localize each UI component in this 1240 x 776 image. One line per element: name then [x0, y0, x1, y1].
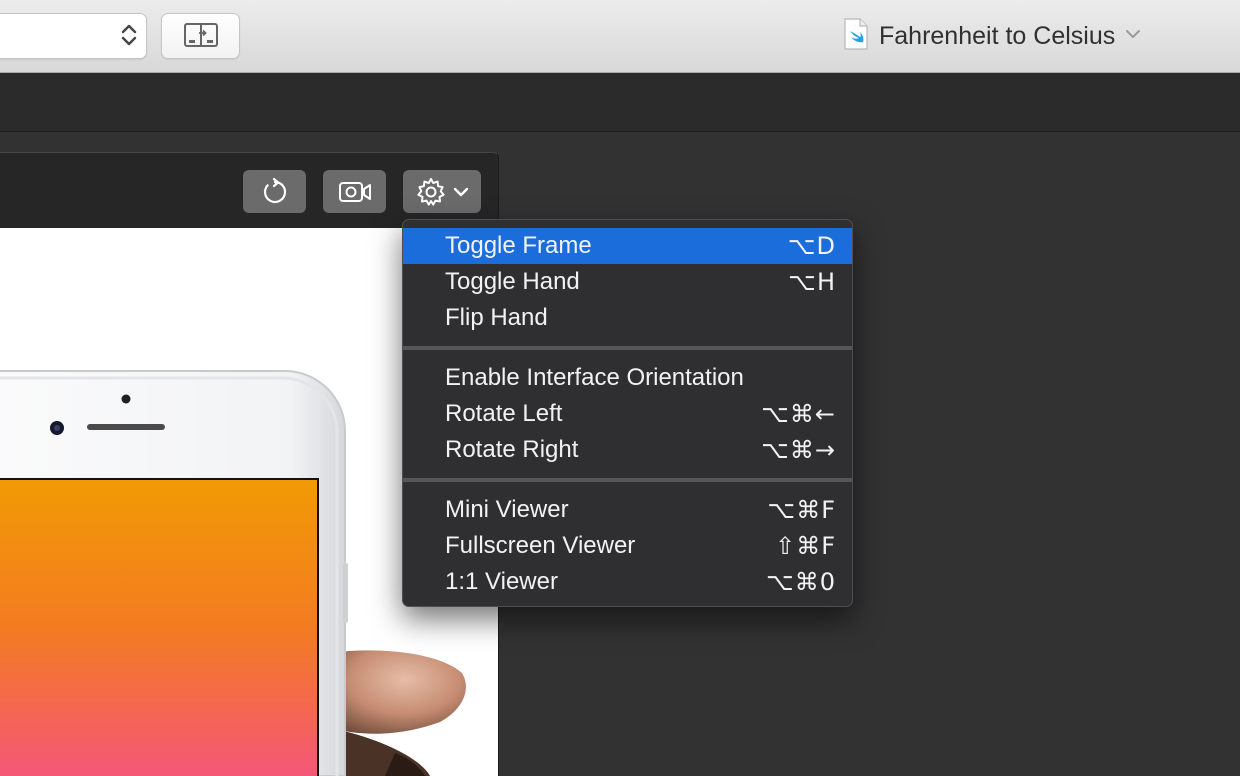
live-view-settings-menu: Toggle Frame ⌥D Toggle Hand ⌥H Flip Hand Enab… — [402, 219, 853, 607]
refresh-button[interactable] — [243, 170, 306, 213]
editor-layout-button[interactable] — [161, 13, 240, 59]
editor-layout-icon — [184, 23, 218, 47]
menu-item-rotate-right[interactable]: Rotate Right ⌥⌘→ — [403, 432, 852, 468]
menu-item-shortcut: ⌥⌘← — [761, 400, 836, 428]
jump-bar — [0, 73, 1240, 132]
document-title-label: Fahrenheit to Celsius — [879, 21, 1116, 50]
refresh-icon — [263, 177, 286, 203]
window-toolbar: Fahrenheit to Celsius — [0, 0, 1240, 73]
menu-item-label: Toggle Hand — [445, 268, 580, 295]
menu-item-fullscreen-viewer[interactable]: Fullscreen Viewer ⇧⌘F — [403, 528, 852, 564]
menu-item-flip-hand[interactable]: Flip Hand — [403, 300, 852, 336]
menu-item-label: Rotate Right — [445, 436, 579, 463]
record-button[interactable] — [323, 170, 386, 213]
menu-item-shortcut: ⌥H — [788, 268, 836, 296]
menu-item-shortcut: ⌥⌘F — [767, 496, 836, 524]
menu-item-label: Toggle Frame — [445, 232, 592, 259]
menu-item-label: Rotate Left — [445, 400, 563, 427]
menu-item-toggle-hand[interactable]: Toggle Hand ⌥H — [403, 264, 852, 300]
video-camera-icon — [338, 181, 371, 202]
gear-icon — [417, 177, 445, 206]
scheme-popup[interactable] — [0, 13, 147, 59]
menu-item-toggle-frame[interactable]: Toggle Frame ⌥D — [403, 228, 852, 264]
menu-separator — [403, 468, 852, 492]
hand-image — [330, 650, 466, 776]
menu-separator — [403, 336, 852, 360]
menu-item-rotate-left[interactable]: Rotate Left ⌥⌘← — [403, 396, 852, 432]
menu-item-mini-viewer[interactable]: Mini Viewer ⌥⌘F — [403, 492, 852, 528]
menu-item-label: Enable Interface Orientation — [445, 364, 744, 391]
menu-item-shortcut: ⌥⌘0 — [766, 568, 836, 596]
menu-item-label: Mini Viewer — [445, 496, 569, 523]
stepper-arrows-icon — [120, 22, 138, 53]
menu-item-shortcut: ⌥⌘→ — [761, 436, 836, 464]
menu-item-shortcut: ⇧⌘F — [775, 532, 836, 560]
chevron-down-icon — [1125, 27, 1141, 45]
document-title[interactable]: Fahrenheit to Celsius — [843, 17, 1141, 55]
menu-item-enable-interface-orientation[interactable]: Enable Interface Orientation — [403, 360, 852, 396]
app-screen — [0, 480, 317, 776]
swift-file-icon — [843, 17, 869, 55]
menu-item-label: 1:1 Viewer — [445, 568, 558, 595]
menu-item-label: Fullscreen Viewer — [445, 532, 636, 559]
menu-item-1-1-viewer[interactable]: 1:1 Viewer ⌥⌘0 — [403, 564, 852, 600]
settings-menu-button[interactable] — [403, 170, 481, 213]
iphone-frame — [0, 370, 348, 776]
menu-item-shortcut: ⌥D — [787, 232, 836, 260]
menu-item-label: Flip Hand — [445, 304, 548, 331]
chevron-down-icon — [453, 187, 469, 196]
